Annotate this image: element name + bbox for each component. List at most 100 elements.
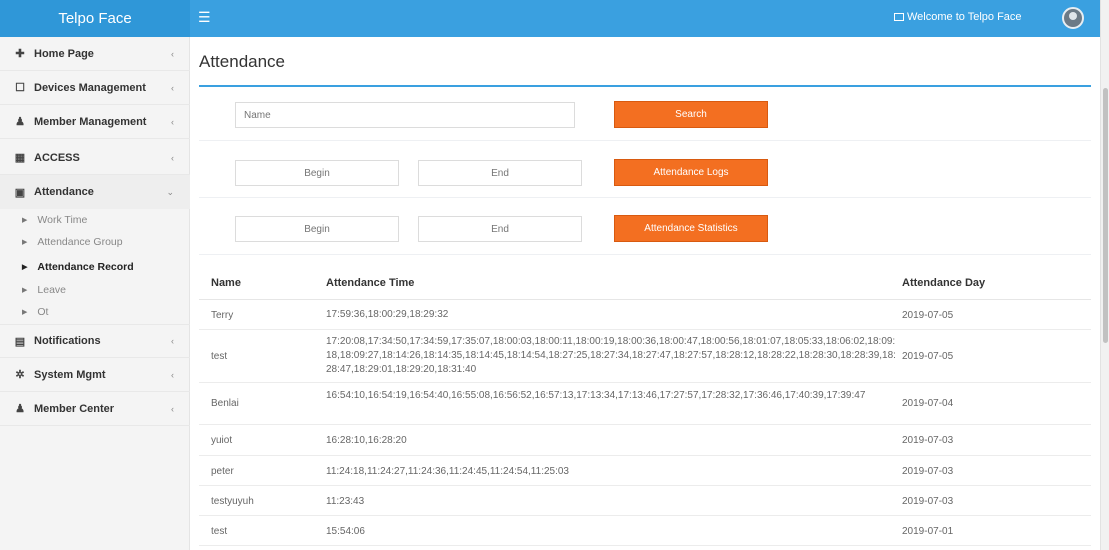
sidebar-item-attendance[interactable]: ▣ Attendance ⌄	[0, 175, 190, 209]
name-search-input[interactable]	[235, 102, 575, 128]
table-row[interactable]: testyuyuh 11:23:43 2019-07-03	[199, 486, 1091, 516]
cell-attendance-day: 2019-07-03	[902, 466, 954, 477]
sidebar-item-label: Devices Management	[34, 81, 146, 94]
chevron-left-icon: ‹	[171, 336, 174, 346]
table-row[interactable]: test 15:54:06 2019-07-01	[199, 516, 1091, 546]
table-row[interactable]: test 17:20:08,17:34:50,17:34:59,17:35:07…	[199, 330, 1091, 383]
stats-begin-date-input[interactable]	[235, 216, 399, 242]
cell-attendance-time: 16:28:10,16:28:20	[326, 435, 407, 446]
cell-attendance-time: 11:24:18,11:24:27,11:24:36,11:24:45,11:2…	[326, 466, 569, 477]
sidebar-item-notifications[interactable]: ▤ Notifications ‹	[0, 324, 190, 358]
chevron-left-icon: ‹	[171, 48, 174, 59]
cell-attendance-day: 2019-07-03	[902, 496, 954, 507]
sidebar-item-member-management[interactable]: ♟ Member Management ‹	[0, 105, 190, 139]
sidebar-subitem-attendance-record[interactable]: ▶ Attendance Record	[0, 256, 190, 278]
scrollbar-thumb[interactable]	[1103, 88, 1108, 343]
sidebar-subitem-label: Ot	[37, 306, 49, 318]
page-title: Attendance	[199, 52, 286, 71]
column-header-attendance-day[interactable]: Attendance Day	[902, 277, 985, 289]
chevron-left-icon: ‹	[171, 152, 174, 163]
door-icon: ▦	[14, 152, 26, 164]
attendance-statistics-row: Attendance Statistics	[199, 198, 1091, 255]
sidebar-item-access[interactable]: ▦ ACCESS ‹	[0, 141, 190, 175]
sidebar-subitem-leave[interactable]: ▶ Leave	[0, 279, 190, 301]
table-row[interactable]: yuiot 16:28:10,16:28:20 2019-07-03	[199, 425, 1091, 456]
cell-name: testyuyuh	[211, 496, 254, 507]
welcome-link[interactable]: Welcome to Telpo Face	[894, 11, 1022, 23]
chevron-left-icon: ‹	[171, 82, 174, 93]
user-icon: ♟	[15, 116, 25, 128]
attendance-logs-button[interactable]: Attendance Logs	[614, 159, 768, 186]
sidebar-subitem-attendance-group[interactable]: ▶ Attendance Group	[0, 231, 190, 253]
cell-attendance-day: 2019-07-03	[902, 435, 954, 446]
cell-attendance-time: 16:54:10,16:54:19,16:54:40,16:55:08,16:5…	[326, 390, 866, 401]
envelope-icon	[894, 13, 904, 21]
logs-end-date-input[interactable]	[418, 160, 582, 186]
gear-icon: ✲	[15, 369, 25, 381]
chevron-left-icon: ‹	[171, 116, 174, 127]
sidebar-item-member-center[interactable]: ♟ Member Center ‹	[0, 392, 190, 426]
sidebar-item-devices-management[interactable]: ☐ Devices Management ‹	[0, 71, 190, 105]
table-row[interactable]: Benlai 16:54:10,16:54:19,16:54:40,16:55:…	[199, 383, 1091, 425]
cell-attendance-day: 2019-07-01	[902, 526, 954, 537]
cell-attendance-time: 15:54:06	[326, 526, 365, 537]
sidebar-subitem-label: Leave	[37, 284, 66, 296]
cell-name: test	[211, 526, 228, 537]
column-header-attendance-time[interactable]: Attendance Time	[326, 277, 414, 289]
cell-attendance-time: 11:23:43	[326, 496, 365, 507]
sidebar-item-label: Notifications	[34, 335, 101, 347]
sidebar-subitem-ot[interactable]: ▶ Ot	[0, 301, 190, 323]
page-scrollbar[interactable]	[1100, 0, 1109, 550]
sidebar-item-label: Member Center	[34, 402, 115, 415]
title-divider	[199, 85, 1091, 87]
menu-toggle-icon[interactable]: ☰	[198, 10, 212, 24]
cell-name: Benlai	[211, 398, 239, 409]
cell-name: test	[211, 351, 228, 362]
attendance-logs-row: Attendance Logs	[199, 141, 1091, 198]
caret-right-icon: ▶	[22, 217, 28, 224]
sidebar-item-home-page[interactable]: ✚ Home Page ‹	[0, 37, 190, 71]
logs-begin-date-input[interactable]	[235, 160, 399, 186]
caret-right-icon: ▶	[22, 287, 28, 294]
search-button[interactable]: Search	[614, 101, 768, 128]
sidebar-subitem-label: Work Time	[37, 214, 88, 226]
column-header-name[interactable]: Name	[211, 277, 241, 289]
sidebar-item-label: Home Page	[34, 47, 94, 60]
cell-attendance-day: 2019-07-05	[902, 310, 954, 321]
welcome-text: Welcome to Telpo Face	[907, 11, 1022, 23]
cell-name: Terry	[211, 310, 234, 321]
sidebar-item-label: System Mgmt	[34, 368, 106, 381]
chevron-down-icon: ⌄	[166, 186, 174, 197]
cell-attendance-day: 2019-07-05	[902, 351, 954, 362]
cell-attendance-day: 2019-07-04	[902, 398, 954, 409]
caret-right-icon: ▶	[22, 239, 28, 246]
square-icon: ☐	[15, 82, 25, 94]
table-row[interactable]: Terry 17:59:36,18:00:29,18:29:32 2019-07…	[199, 300, 1091, 330]
document-icon: ▤	[14, 335, 26, 348]
sidebar-item-label: Attendance	[34, 186, 94, 198]
brand-logo[interactable]: Telpo Face	[0, 0, 190, 37]
top-bar: Telpo Face ☰ Welcome to Telpo Face	[0, 0, 1100, 37]
sidebar-subitem-label: Attendance Record	[37, 261, 134, 273]
main-content: Attendance Search Attendance Logs Attend…	[190, 37, 1100, 550]
cell-attendance-time: 17:59:36,18:00:29,18:29:32	[326, 309, 449, 320]
calendar-icon: ▣	[14, 186, 26, 199]
home-icon: ✚	[15, 48, 25, 60]
attendance-statistics-button[interactable]: Attendance Statistics	[614, 215, 768, 242]
sidebar-subitem-label: Attendance Group	[37, 236, 123, 248]
sidebar-subitem-work-time[interactable]: ▶ Work Time	[0, 209, 190, 231]
search-row: Search	[199, 88, 1091, 141]
sidebar-item-system-mgmt[interactable]: ✲ System Mgmt ‹	[0, 358, 190, 392]
cell-name: peter	[211, 466, 234, 477]
table-row[interactable]: peter 11:24:18,11:24:27,11:24:36,11:24:4…	[199, 456, 1091, 486]
avatar[interactable]	[1062, 7, 1084, 29]
caret-right-icon: ▶	[22, 309, 28, 316]
caret-right-icon: ▶	[22, 264, 28, 271]
chevron-left-icon: ‹	[171, 403, 174, 414]
user-icon: ♟	[15, 403, 25, 415]
cell-attendance-time: 17:20:08,17:34:50,17:34:59,17:35:07,18:0…	[326, 336, 896, 375]
chevron-left-icon: ‹	[171, 369, 174, 380]
table-header: Name Attendance Time Attendance Day	[199, 264, 1091, 300]
sidebar-item-label: ACCESS	[34, 151, 80, 164]
stats-end-date-input[interactable]	[418, 216, 582, 242]
